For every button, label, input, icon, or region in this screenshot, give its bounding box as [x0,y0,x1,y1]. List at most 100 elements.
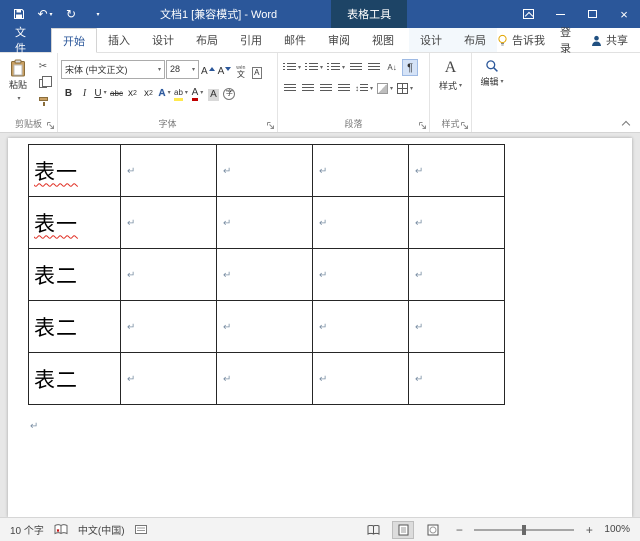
superscript-button[interactable]: x2 [141,82,156,101]
zoom-out-button[interactable]: − [452,523,466,537]
underline-button[interactable]: U [93,82,108,101]
justify-button[interactable] [336,80,352,97]
tab-file[interactable]: 文件 [0,28,51,52]
line-spacing-button[interactable]: ↕ [354,80,374,97]
table-cell[interactable]: ↵ [313,301,409,353]
table-cell[interactable]: 表二 [29,249,121,301]
share-button[interactable]: 共享 [591,32,628,48]
styles-dialog-launcher[interactable] [459,120,470,131]
tab-插入[interactable]: 插入 [97,28,141,52]
tell-me-button[interactable]: 告诉我 [497,32,545,48]
sort-button[interactable]: A↓ [384,59,400,76]
font-color-button[interactable]: A [190,82,205,101]
table-cell[interactable]: ↵ [313,145,409,197]
paragraph-mark: ↵ [319,218,327,229]
maximize-button[interactable] [576,0,608,28]
web-layout-button[interactable] [422,521,444,539]
shading-button[interactable] [376,80,394,97]
table-cell[interactable]: ↵ [217,145,313,197]
table-cell[interactable]: ↵ [409,353,505,405]
borders-button[interactable] [396,80,414,97]
increase-indent-button[interactable] [366,59,382,76]
clipboard-dialog-launcher[interactable] [45,120,56,131]
highlight-color-button[interactable]: ab [173,82,189,101]
tab-审阅[interactable]: 审阅 [317,28,361,52]
print-layout-button[interactable] [392,521,414,539]
copy-button[interactable] [34,76,52,91]
word-count[interactable]: 10 个字 [10,522,44,537]
table-cell[interactable]: ↵ [409,197,505,249]
character-shading-button[interactable]: A [206,82,221,101]
table-cell[interactable]: 表一 [29,197,121,249]
tab-开始[interactable]: 开始 [51,28,97,53]
contextual-tab-布局[interactable]: 布局 [453,28,497,52]
table-cell[interactable]: ↵ [121,145,217,197]
enclose-characters-button[interactable]: 字 [222,82,237,101]
ribbon-display-options-button[interactable] [512,0,544,28]
zoom-level[interactable]: 100% [604,524,630,535]
font-dialog-launcher[interactable] [265,120,276,131]
phonetic-guide-button[interactable]: wén 文 [233,60,248,79]
table-cell[interactable]: 表二 [29,353,121,405]
grow-font-button[interactable]: A [200,60,216,79]
subscript-button[interactable]: x2 [125,82,140,101]
document-page[interactable]: 表一↵↵↵↵表一↵↵↵↵表二↵↵↵↵表二↵↵↵↵表二↵↵↵↵ ↵ [8,138,632,517]
zoom-in-button[interactable]: + [582,523,596,537]
tab-布局[interactable]: 布局 [185,28,229,52]
collapse-ribbon-button[interactable] [620,118,632,128]
character-border-button[interactable]: A [249,60,264,79]
styles-button[interactable]: A 样式 [432,55,469,118]
multilevel-list-button[interactable] [326,59,346,76]
align-center-button[interactable] [300,80,316,97]
table-cell[interactable]: ↵ [121,249,217,301]
table-cell[interactable]: ↵ [313,249,409,301]
redo-button[interactable]: ↻ [58,0,84,28]
tab-邮件[interactable]: 邮件 [273,28,317,52]
table-cell[interactable]: ↵ [121,301,217,353]
proofing-status-button[interactable] [54,524,68,535]
table-cell[interactable]: ↵ [217,197,313,249]
read-mode-button[interactable] [362,521,384,539]
table-cell[interactable]: ↵ [121,353,217,405]
table-cell[interactable]: ↵ [409,145,505,197]
font-size-select[interactable]: 28 [166,60,199,79]
table-cell[interactable]: ↵ [121,197,217,249]
font-name-select[interactable]: 宋体 (中文正文) [61,60,165,79]
table-cell[interactable]: ↵ [217,249,313,301]
table-cell[interactable]: ↵ [409,301,505,353]
table-cell[interactable]: 表二 [29,301,121,353]
show-formatting-marks-button[interactable]: ¶ [402,59,418,76]
strikethrough-button[interactable]: abc [109,82,124,101]
text-effects-button[interactable]: A [157,82,172,101]
tab-引用[interactable]: 引用 [229,28,273,52]
align-left-button[interactable] [282,80,298,97]
editing-button[interactable]: 编辑 [474,55,510,118]
customize-quick-access-button[interactable]: ▾ [84,0,110,28]
table-cell[interactable]: ↵ [409,249,505,301]
numbering-button[interactable] [304,59,324,76]
shrink-font-button[interactable]: A [217,60,233,79]
sign-in-button[interactable]: 登录 [560,24,576,56]
close-button[interactable]: × [608,0,640,28]
table-cell[interactable]: ↵ [313,197,409,249]
macro-record-button[interactable] [135,525,147,534]
table-cell[interactable]: ↵ [313,353,409,405]
decrease-indent-button[interactable] [348,59,364,76]
zoom-slider-thumb[interactable] [522,525,526,535]
bold-button[interactable]: B [61,82,76,101]
align-right-button[interactable] [318,80,334,97]
bullets-button[interactable] [282,59,302,76]
cut-button[interactable]: ✂ [34,59,52,74]
zoom-slider[interactable] [474,524,574,536]
table-cell[interactable]: ↵ [217,353,313,405]
paste-button[interactable]: 粘贴 [2,55,34,118]
language-status[interactable]: 中文(中国) [78,522,125,537]
format-painter-button[interactable] [34,93,52,108]
contextual-tab-设计[interactable]: 设计 [409,28,453,52]
tab-视图[interactable]: 视图 [361,28,405,52]
table-cell[interactable]: ↵ [217,301,313,353]
tab-设计[interactable]: 设计 [141,28,185,52]
italic-button[interactable]: I [77,82,92,101]
paragraph-dialog-launcher[interactable] [417,120,428,131]
table-cell[interactable]: 表一 [29,145,121,197]
